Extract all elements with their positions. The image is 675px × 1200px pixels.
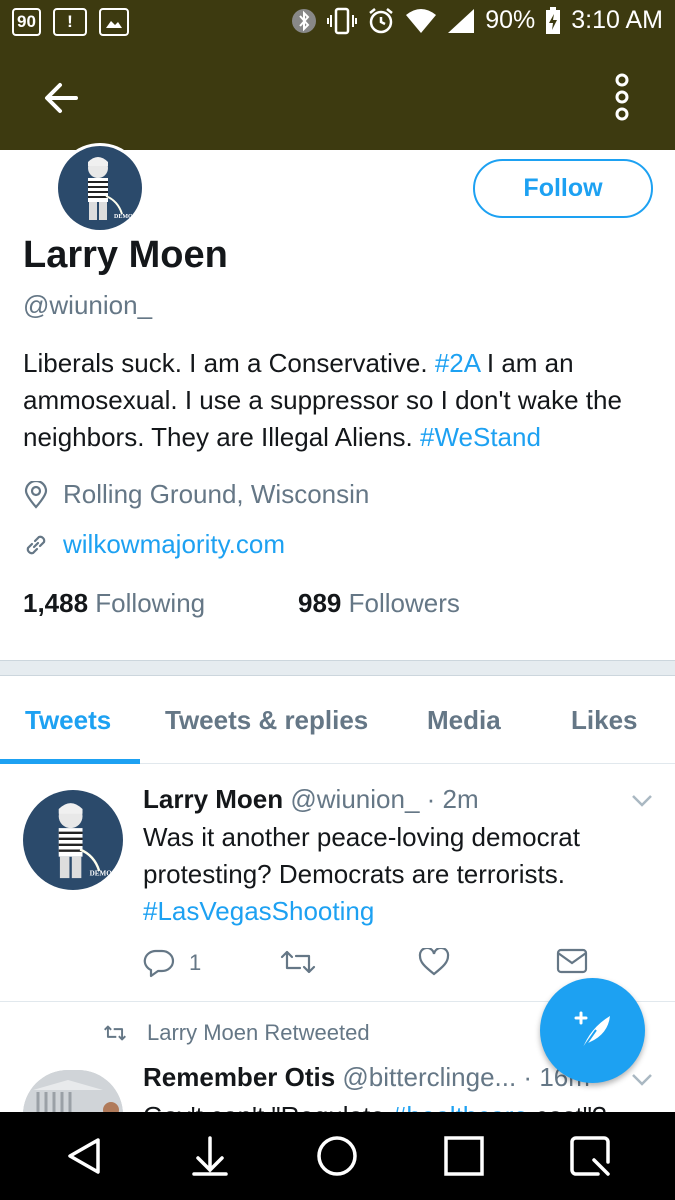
followers-count[interactable]: 989 Followers xyxy=(298,588,460,619)
alarm-icon xyxy=(369,7,393,33)
tweet-avatar[interactable]: DEMOCRAT xyxy=(23,790,123,890)
status-bar: 90 ! 90% 3:10 AM xyxy=(0,0,675,45)
svg-text:DEMOCRAT: DEMOCRAT xyxy=(114,214,142,220)
tweet-avatar[interactable] xyxy=(23,1070,123,1115)
reply-icon xyxy=(143,949,175,978)
profile-avatar[interactable]: DEMOCRAT xyxy=(55,143,145,233)
system-nav-bar xyxy=(0,1112,675,1200)
retweet-icon xyxy=(280,950,316,974)
tab-likes[interactable]: Likes xyxy=(571,676,638,764)
chevron-down-icon[interactable] xyxy=(631,1073,653,1087)
location-text: Rolling Ground, Wisconsin xyxy=(63,479,370,509)
tab-tweets-replies[interactable]: Tweets & replies xyxy=(165,676,368,764)
heart-icon xyxy=(418,948,450,976)
tweet-author-name[interactable]: Larry Moen xyxy=(143,784,283,814)
battery-percent: 90% xyxy=(485,6,536,34)
nav-back-icon[interactable] xyxy=(62,1134,106,1178)
bio-text: Liberals suck. I am a Conservative. xyxy=(23,348,435,378)
direct-message-button[interactable] xyxy=(556,948,588,974)
nav-recents-icon[interactable] xyxy=(442,1134,486,1178)
profile-website[interactable]: wilkowmajority.com xyxy=(23,529,285,560)
compose-feather-icon xyxy=(574,1011,610,1051)
profile-bio: Liberals suck. I am a Conservative. #2A … xyxy=(23,345,663,456)
back-button[interactable] xyxy=(40,77,82,119)
nav-down-arrow-icon[interactable] xyxy=(188,1134,232,1178)
like-button[interactable] xyxy=(418,948,450,976)
tab-media[interactable]: Media xyxy=(427,676,501,764)
chevron-down-icon[interactable] xyxy=(631,794,653,808)
app-bar xyxy=(0,45,675,150)
follow-button[interactable]: Follow xyxy=(473,159,653,218)
hashtag-lasvegasshooting-link[interactable]: #LasVegasShooting xyxy=(143,896,374,926)
following-count[interactable]: 1,488 Following xyxy=(23,588,298,619)
more-options-button[interactable] xyxy=(605,72,639,122)
message-alert-icon: ! xyxy=(52,8,87,36)
reply-count: 1 xyxy=(189,950,202,975)
tweet-handle-time: @wiunion_ · 2m xyxy=(283,784,479,814)
retweet-button[interactable] xyxy=(280,948,316,976)
arrow-left-icon xyxy=(45,83,78,113)
tweet-handle-time: @bitterclinge... · 16m xyxy=(335,1062,590,1092)
envelope-icon xyxy=(556,948,588,974)
tweet-text: Was it another peace-loving democrat pro… xyxy=(143,822,580,926)
retweeted-by-label: Larry Moen Retweeted xyxy=(147,1020,370,1045)
compose-tweet-button[interactable] xyxy=(540,978,645,1083)
profile-name: Larry Moen xyxy=(23,234,228,276)
vibrate-icon xyxy=(327,7,358,34)
tab-tweets[interactable]: Tweets xyxy=(25,676,111,764)
svg-text:DEMOCRAT: DEMOCRAT xyxy=(90,870,123,878)
clock: 3:10 AM xyxy=(571,6,663,34)
retweet-indicator: Larry Moen Retweeted xyxy=(103,1020,370,1046)
hashtag-2a-link[interactable]: #2A xyxy=(435,348,480,378)
hashtag-westand-link[interactable]: #WeStand xyxy=(420,422,541,452)
image-notification-icon xyxy=(98,8,129,36)
retweet-icon xyxy=(104,1025,126,1041)
signal-icon xyxy=(448,8,475,33)
wifi-icon xyxy=(406,8,437,33)
bluetooth-icon xyxy=(292,8,317,33)
nav-screenshot-icon[interactable] xyxy=(568,1134,612,1178)
profile-handle: @wiunion_ xyxy=(23,290,153,320)
reply-button[interactable]: 1 xyxy=(143,948,201,978)
website-link[interactable]: wilkowmajority.com xyxy=(63,529,285,560)
profile-location: Rolling Ground, Wisconsin xyxy=(23,479,369,510)
link-icon xyxy=(26,535,46,554)
location-pin-icon xyxy=(24,480,48,509)
tweet-author-name[interactable]: Remember Otis xyxy=(143,1062,335,1092)
active-tab-indicator xyxy=(0,759,140,764)
profile-tabs: Tweets Tweets & replies Media Likes xyxy=(0,676,675,764)
battery-charging-icon xyxy=(546,6,561,34)
more-vertical-icon xyxy=(615,73,629,121)
section-divider xyxy=(0,660,675,676)
notification-badge-icon: 90 xyxy=(12,8,41,36)
tweet-header: Larry Moen @wiunion_ · 2m xyxy=(143,784,479,815)
follow-counts: 1,488 Following 989 Followers xyxy=(23,588,460,619)
nav-home-icon[interactable] xyxy=(315,1134,359,1178)
